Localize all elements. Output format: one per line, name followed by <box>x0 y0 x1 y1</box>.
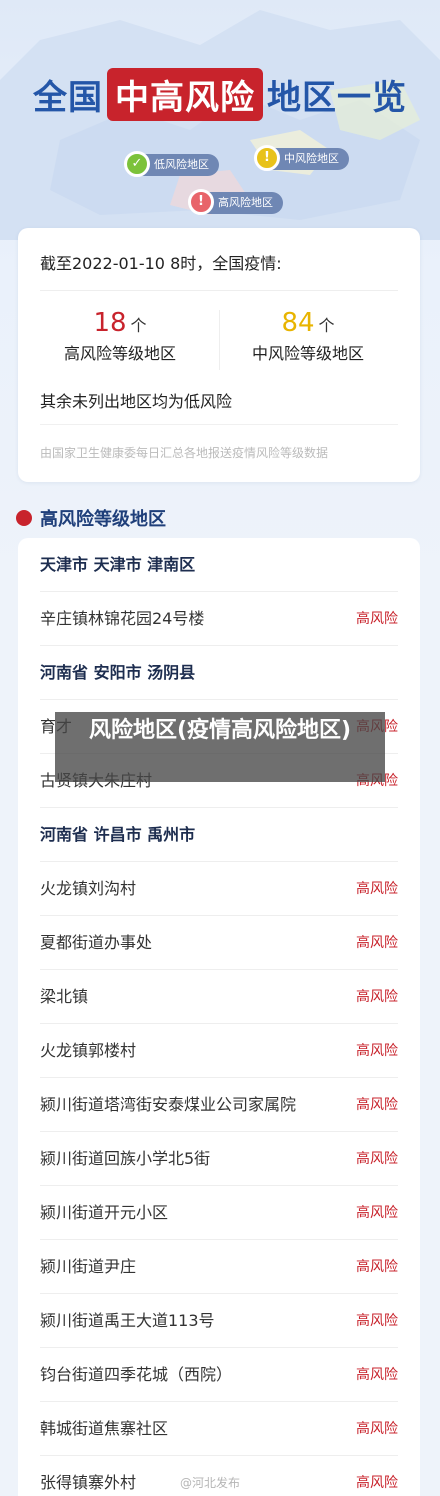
location-name: 韩城街道焦寨社区 <box>40 1419 169 1438</box>
list-item[interactable]: 夏都街道办事处 高风险 <box>40 916 398 970</box>
risk-level-badge: 高风险 <box>356 1259 398 1275</box>
title-highlight: 中高风险 <box>107 68 263 121</box>
check-icon: ✓ <box>124 151 150 177</box>
region-group-header: 河南省 许昌市 禹州市 <box>40 808 398 862</box>
title-part-1: 全国 <box>33 78 103 118</box>
title-part-2: 地区一览 <box>267 78 407 118</box>
legend-high-risk: ! 高风险地区 <box>188 189 283 215</box>
risk-level-badge: 高风险 <box>356 1043 398 1059</box>
mid-risk-stat: 84 个 中风险等级地区 <box>218 308 398 364</box>
location-name: 张得镇寨外村 <box>40 1473 137 1492</box>
risk-level-badge: 高风险 <box>356 1205 398 1221</box>
list-item[interactable]: 颍川街道开元小区 高风险 <box>40 1186 398 1240</box>
section-header: 高风险等级地区 <box>16 505 166 531</box>
risk-level-badge: 高风险 <box>356 611 398 627</box>
watermark: @河北发布 <box>180 1476 241 1490</box>
region-group-header: 河南省 安阳市 汤阴县 <box>40 646 398 700</box>
location-name: 夏都街道办事处 <box>40 933 153 952</box>
high-risk-list: 天津市 天津市 津南区辛庄镇林锦花园24号楼高风险河南省 安阳市 汤阴县育才高风… <box>18 538 420 1496</box>
list-item[interactable]: 辛庄镇林锦花园24号楼 高风险 <box>40 592 398 646</box>
mid-risk-label: 中风险等级地区 <box>251 344 364 363</box>
list-item[interactable]: 钧台街道四季花城（西院） 高风险 <box>40 1348 398 1402</box>
high-risk-unit: 个 <box>130 316 147 335</box>
summary-card: 截至2022-01-10 8时，全国疫情: 18 个 高风险等级地区 84 个 中风… <box>18 228 420 482</box>
location-name: 颍川街道塔湾街安泰煤业公司家属院 <box>40 1095 297 1114</box>
risk-level-badge: 高风险 <box>356 1367 398 1383</box>
legend-low-label: 低风险地区 <box>154 158 209 171</box>
risk-level-badge: 高风险 <box>356 935 398 951</box>
caption-overlay: 风险地区(疫情高风险地区) <box>55 712 385 782</box>
warning-icon: ! <box>254 145 280 171</box>
data-source-note: 由国家卫生健康委每日汇总各地报送疫情风险等级数据 <box>40 446 329 460</box>
list-item[interactable]: 颍川街道回族小学北5街 高风险 <box>40 1132 398 1186</box>
location-name: 钧台街道四季花城（西院） <box>40 1365 233 1384</box>
list-item[interactable]: 韩城街道焦寨社区 高风险 <box>40 1402 398 1456</box>
risk-level-badge: 高风险 <box>356 989 398 1005</box>
region-name: 天津市 天津市 津南区 <box>40 555 196 574</box>
legend-mid-label: 中风险地区 <box>284 152 339 165</box>
legend-mid-risk: ! 中风险地区 <box>254 145 349 171</box>
summary-rest-note: 其余未列出地区均为低风险 <box>40 392 233 411</box>
region-name: 河南省 许昌市 禹州市 <box>40 825 196 844</box>
risk-level-badge: 高风险 <box>356 1097 398 1113</box>
location-name: 颍川街道禹王大道113号 <box>40 1311 215 1330</box>
list-item[interactable]: 颍川街道塔湾街安泰煤业公司家属院 高风险 <box>40 1078 398 1132</box>
summary-date: 截至2022-01-10 8时，全国疫情: <box>40 254 282 273</box>
location-name: 火龙镇郭楼村 <box>40 1041 137 1060</box>
divider <box>40 424 398 425</box>
list-item[interactable]: 梁北镇 高风险 <box>40 970 398 1024</box>
list-item[interactable]: 火龙镇刘沟村 高风险 <box>40 862 398 916</box>
risk-level-badge: 高风险 <box>356 1475 398 1491</box>
page-title: 全国 中高风险 地区一览 <box>0 68 440 121</box>
location-name: 颍川街道回族小学北5街 <box>40 1149 211 1168</box>
risk-level-badge: 高风险 <box>356 881 398 897</box>
region-name: 河南省 安阳市 汤阴县 <box>40 663 196 682</box>
mid-risk-count: 84 <box>281 308 315 338</box>
location-name: 梁北镇 <box>40 987 89 1006</box>
high-risk-label: 高风险等级地区 <box>63 344 176 363</box>
list-item[interactable]: 火龙镇郭楼村 高风险 <box>40 1024 398 1078</box>
risk-level-badge: 高风险 <box>356 1313 398 1329</box>
list-item[interactable]: 颍川街道禹王大道113号 高风险 <box>40 1294 398 1348</box>
divider <box>40 290 398 291</box>
high-risk-count: 18 <box>93 308 127 338</box>
legend-high-label: 高风险地区 <box>218 196 273 209</box>
location-name: 辛庄镇林锦花园24号楼 <box>40 609 205 628</box>
section-title: 高风险等级地区 <box>40 509 166 530</box>
red-dot-icon <box>16 510 32 526</box>
location-name: 颍川街道开元小区 <box>40 1203 169 1222</box>
location-name: 火龙镇刘沟村 <box>40 879 137 898</box>
legend-low-risk: ✓ 低风险地区 <box>124 151 219 177</box>
alert-icon: ! <box>188 189 214 215</box>
list-item[interactable]: 颍川街道尹庄 高风险 <box>40 1240 398 1294</box>
risk-level-badge: 高风险 <box>356 1421 398 1437</box>
mid-risk-unit: 个 <box>318 316 335 335</box>
location-name: 颍川街道尹庄 <box>40 1257 137 1276</box>
high-risk-stat: 18 个 高风险等级地区 <box>30 308 210 364</box>
risk-level-badge: 高风险 <box>356 1151 398 1167</box>
region-group-header: 天津市 天津市 津南区 <box>40 538 398 592</box>
